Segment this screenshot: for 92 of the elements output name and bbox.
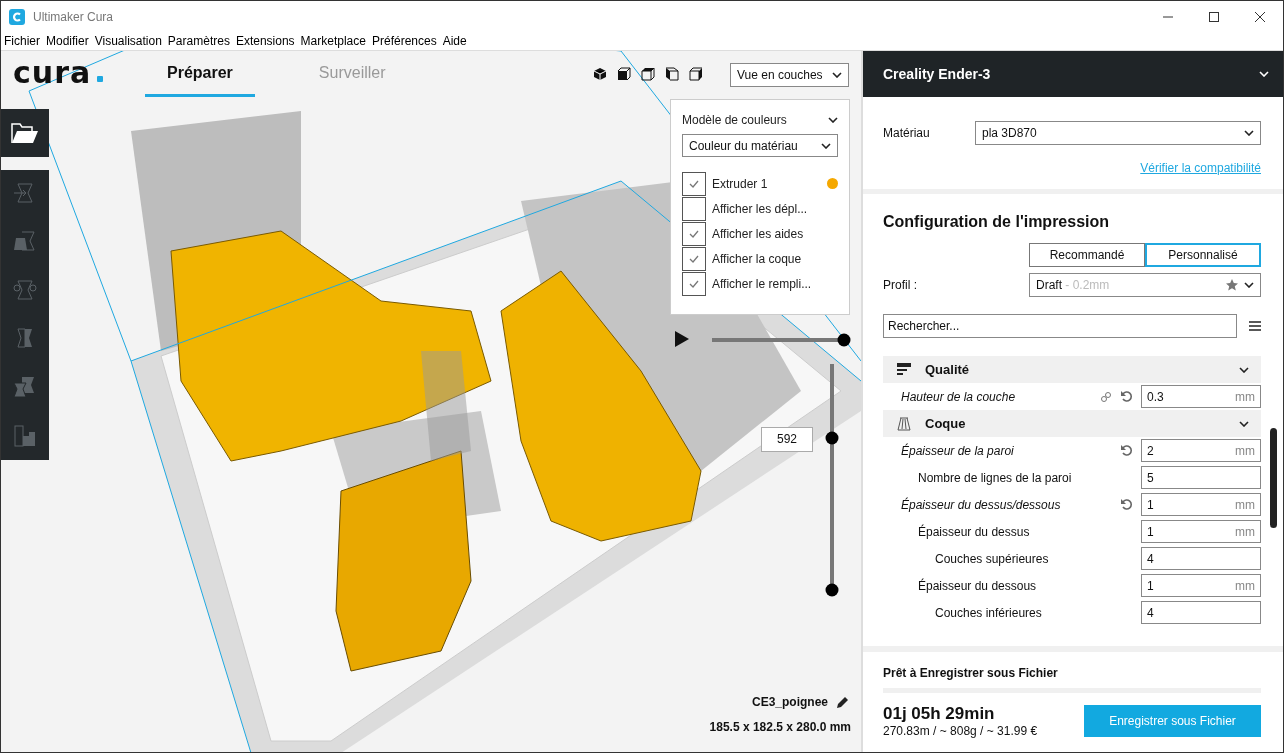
slider-thumb[interactable] xyxy=(825,583,838,596)
checkbox[interactable] xyxy=(682,196,706,221)
menu-icon[interactable] xyxy=(1249,321,1261,331)
search-field[interactable]: Rechercher... xyxy=(883,314,1237,338)
material-label: Matériau xyxy=(883,126,931,140)
print-time: 01j 05h 29min xyxy=(883,704,996,724)
checkbox-label: Extruder 1 xyxy=(712,176,768,191)
checkbox[interactable] xyxy=(682,221,706,246)
setting-field[interactable]: 5 xyxy=(1141,466,1261,489)
app-icon xyxy=(9,8,25,25)
menu-item[interactable]: Fichier xyxy=(4,34,40,48)
menu-item[interactable]: Marketplace xyxy=(300,34,366,48)
checkbox-label: Afficher la coque xyxy=(712,251,802,266)
setting-category[interactable]: Qualité xyxy=(883,356,1261,383)
folder-icon[interactable] xyxy=(11,122,39,144)
layer-number: 592 xyxy=(761,426,813,452)
check-icon xyxy=(689,179,699,188)
setting-field[interactable]: 4 xyxy=(1141,601,1261,624)
material-dropdown[interactable]: pla 3D870 xyxy=(975,121,1261,145)
link-icon[interactable] xyxy=(1100,390,1112,403)
chevron-down-icon[interactable] xyxy=(1239,366,1249,373)
reset-icon[interactable] xyxy=(1120,390,1133,403)
section-title: Configuration de l'impression xyxy=(883,213,1111,231)
vase-icon xyxy=(897,416,911,431)
color-scheme-dropdown[interactable]: Couleur du matériau xyxy=(682,134,838,157)
printer-header[interactable]: Creality Ender-3 xyxy=(863,51,1283,97)
window-title: Ultimaker Cura xyxy=(33,9,114,24)
check-icon xyxy=(689,229,699,238)
profile-label: Profil : xyxy=(883,278,918,292)
menu-item[interactable]: Préférences xyxy=(371,34,437,48)
checkbox[interactable] xyxy=(682,246,706,271)
mode-button[interactable]: Personnalisé xyxy=(1145,243,1261,267)
model-dimensions: 185.5 x 182.5 x 280.0 mm xyxy=(709,720,851,734)
chevron-down-icon[interactable] xyxy=(821,142,831,149)
setting-label: Hauteur de la couche xyxy=(900,389,1017,404)
chevron-down-icon[interactable] xyxy=(1244,282,1254,288)
maximize-icon[interactable] xyxy=(1209,11,1219,22)
cube-front-icon[interactable] xyxy=(617,67,631,81)
play-icon[interactable] xyxy=(675,331,689,347)
menu-item[interactable]: Modifier xyxy=(46,34,89,48)
setting-label: Épaisseur du dessus xyxy=(917,524,1031,539)
view-dropdown[interactable]: Vue en couches xyxy=(730,63,849,87)
chevron-down-icon[interactable] xyxy=(832,72,842,78)
setting-label: Épaisseur du dessous xyxy=(917,578,1038,593)
setting-field[interactable]: 0.3 mm xyxy=(1141,385,1261,408)
slider-thumb[interactable] xyxy=(837,333,851,346)
trapezoid-handles-icon[interactable] xyxy=(12,278,38,303)
checkbox-label: Afficher le rempli... xyxy=(712,276,812,291)
checkbox[interactable] xyxy=(682,171,706,196)
setting-label: Épaisseur du dessus/dessous xyxy=(900,497,1062,512)
setting-category[interactable]: Coque xyxy=(883,410,1261,437)
scrollbar-thumb[interactable] xyxy=(1270,428,1277,528)
chevron-down-icon[interactable] xyxy=(828,117,838,123)
setting-label: Nombre de lignes de la paroi xyxy=(917,470,1073,485)
setting-field[interactable]: 1 mm xyxy=(1141,574,1261,597)
menu-item[interactable]: Paramètres xyxy=(167,34,230,48)
chevron-down-icon[interactable] xyxy=(1244,130,1254,136)
check-icon xyxy=(689,254,699,263)
setting-field[interactable]: 1 mm xyxy=(1141,493,1261,516)
menu-item[interactable]: Aide xyxy=(442,34,467,48)
panel-title: Modèle de couleurs xyxy=(682,113,787,127)
checkbox-label: Afficher les aides xyxy=(712,226,804,241)
cube-right-icon[interactable] xyxy=(689,67,703,81)
mode-button[interactable]: Recommandé xyxy=(1029,243,1145,267)
checkbox-label: Afficher les dépl... xyxy=(712,201,808,216)
checkbox[interactable] xyxy=(682,271,706,296)
chevron-down-icon[interactable] xyxy=(1239,420,1249,427)
status-text: Prêt à Enregistrer sous Fichier xyxy=(883,666,1059,680)
cube-left-icon[interactable] xyxy=(665,67,679,81)
lines-icon xyxy=(897,362,911,377)
profile-dropdown[interactable]: Draft - 0.2mm xyxy=(1029,273,1261,297)
menu-item[interactable]: Visualisation xyxy=(94,34,162,48)
print-stats: 270.83m / ~ 808g / ~ 31.99 € xyxy=(883,724,1038,738)
pencil-icon[interactable] xyxy=(836,695,849,709)
setting-label: Épaisseur de la paroi xyxy=(900,443,1015,458)
setting-label: Couches inférieures xyxy=(934,605,1043,620)
slider-thumb[interactable] xyxy=(825,431,838,445)
cube-icon[interactable] xyxy=(593,67,607,81)
reset-icon[interactable] xyxy=(1120,444,1133,457)
cube-top-icon[interactable] xyxy=(641,67,655,81)
close-icon[interactable] xyxy=(1255,11,1265,22)
setting-field[interactable]: 2 mm xyxy=(1141,439,1261,462)
setting-label: Couches supérieures xyxy=(934,551,1050,566)
setting-field[interactable]: 4 xyxy=(1141,547,1261,570)
setting-field[interactable]: 1 mm xyxy=(1141,520,1261,543)
star-icon xyxy=(1226,279,1238,291)
stage-tab[interactable]: Préparer xyxy=(145,51,255,97)
reset-icon[interactable] xyxy=(1120,498,1133,511)
menu-item[interactable]: Extensions xyxy=(235,34,295,48)
model-name: CE3_poignee xyxy=(751,695,828,709)
check-icon xyxy=(689,279,699,288)
stairs-icon[interactable] xyxy=(12,423,38,448)
